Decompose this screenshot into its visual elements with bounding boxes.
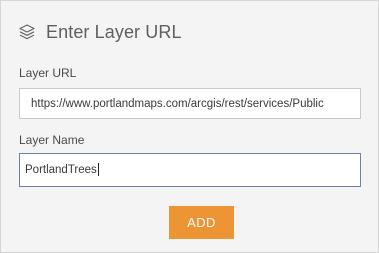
layer-url-input[interactable]: https://www.portlandmaps.com/arcgis/rest… [19, 88, 361, 119]
add-layer-panel: Enter Layer URL Layer URL https://www.po… [0, 0, 379, 253]
layer-name-label: Layer Name [19, 133, 85, 147]
layer-name-value: PortlandTrees [25, 164, 97, 176]
panel-header: Enter Layer URL [18, 20, 182, 44]
layer-url-value: https://www.portlandmaps.com/arcgis/rest… [31, 98, 324, 110]
layer-url-label: Layer URL [19, 66, 77, 80]
panel-title: Enter Layer URL [46, 21, 182, 42]
layer-name-input[interactable]: PortlandTrees [19, 153, 361, 187]
text-caret [97, 163, 99, 177]
add-button[interactable]: ADD [169, 206, 234, 239]
layers-icon [18, 23, 36, 41]
